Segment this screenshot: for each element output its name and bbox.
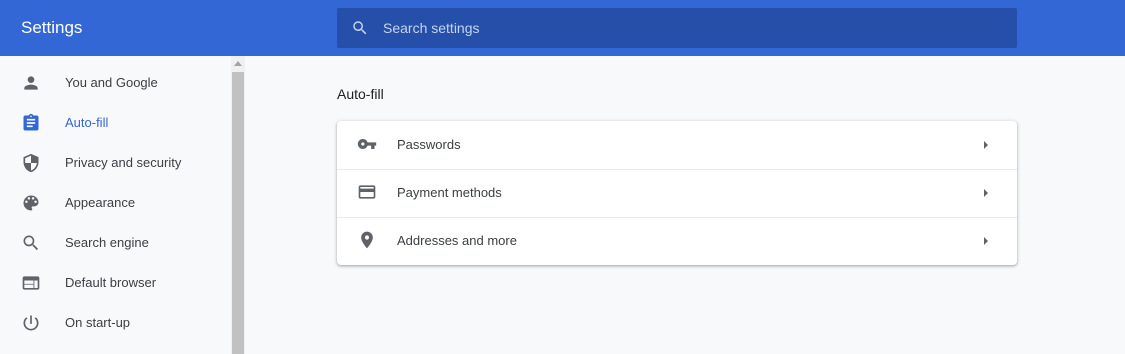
payment-methods-row[interactable]: Payment methods xyxy=(337,169,1017,217)
sidebar-item-auto-fill[interactable]: Auto-fill xyxy=(0,103,231,143)
sidebar-item-privacy-and-security[interactable]: Privacy and security xyxy=(0,143,231,183)
sidebar-item-label: You and Google xyxy=(65,75,158,90)
sidebar-item-default-browser[interactable]: Default browser xyxy=(0,263,231,303)
chevron-right-icon xyxy=(984,189,988,197)
sidebar-item-label: Auto-fill xyxy=(65,115,109,130)
section-title: Auto-fill xyxy=(337,86,384,102)
search-input[interactable] xyxy=(383,8,1003,48)
sidebar-item-you-and-google[interactable]: You and Google xyxy=(0,63,231,103)
sidebar-item-label: Privacy and security xyxy=(65,155,182,170)
sidebar-item-label: Appearance xyxy=(65,195,136,210)
person-icon xyxy=(24,76,38,90)
page-title: Settings xyxy=(21,18,83,37)
location-pin-icon xyxy=(361,231,373,249)
sidebar-item-label: On start-up xyxy=(65,315,131,330)
passwords-row[interactable]: Passwords xyxy=(337,121,1017,169)
chevron-right-icon xyxy=(984,141,988,149)
search-icon xyxy=(353,21,367,35)
power-icon xyxy=(23,315,39,331)
browser-icon xyxy=(22,276,40,290)
payment-methods-label: Payment methods xyxy=(397,185,502,200)
addresses-row[interactable]: Addresses and more xyxy=(337,217,1017,265)
sidebar-item-label: Search engine xyxy=(65,235,149,250)
addresses-label: Addresses and more xyxy=(397,233,517,248)
palette-icon xyxy=(23,195,39,211)
shield-icon xyxy=(23,153,39,173)
credit-card-icon xyxy=(358,185,376,199)
sidebar-item-appearance[interactable]: Appearance xyxy=(0,183,231,223)
sidebar-scrollbar[interactable] xyxy=(231,56,245,354)
sidebar-item-label: Default browser xyxy=(65,275,157,290)
scroll-up-arrow-icon[interactable] xyxy=(231,56,245,72)
autofill-card: Passwords Payment methods Addresses and … xyxy=(337,121,1017,265)
search-bar[interactable] xyxy=(337,8,1017,48)
top-toolbar: Settings xyxy=(0,0,1125,56)
key-icon xyxy=(357,139,377,149)
sidebar-item-search-engine[interactable]: Search engine xyxy=(0,223,231,263)
sidebar-item-on-start-up[interactable]: On start-up xyxy=(0,303,231,343)
clipboard-icon xyxy=(23,113,39,131)
passwords-label: Passwords xyxy=(397,137,461,152)
sidebar: You and Google Auto-fill Privacy and sec… xyxy=(0,56,231,354)
search-icon xyxy=(23,235,39,251)
scrollbar-thumb[interactable] xyxy=(232,72,244,354)
chevron-right-icon xyxy=(984,237,988,245)
